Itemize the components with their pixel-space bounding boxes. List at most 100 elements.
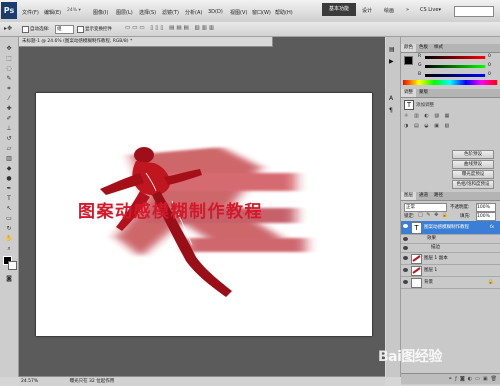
- eyedropper-tool-icon[interactable]: ⁄: [3, 95, 15, 103]
- headline-text: 图案动感模糊制作教程: [78, 202, 263, 222]
- menu-image[interactable]: 图像(I): [93, 9, 108, 16]
- mask-icon[interactable]: ◙: [460, 376, 468, 382]
- workspace-essentials-button[interactable]: 基本功能: [322, 3, 356, 16]
- document-tab[interactable]: 未标题-1 @ 24.6% (图案动感模糊制作教程, RGB/8) *: [19, 37, 273, 47]
- align-buttons-icon[interactable]: ▭▭▭ ▯▯▯ ▤▤▤ ▥▥▥: [125, 25, 216, 31]
- auto-select-dropdown[interactable]: 组: [55, 25, 74, 34]
- crop-tool-icon[interactable]: ⌗: [3, 85, 15, 93]
- tab-color[interactable]: 颜色: [401, 44, 416, 52]
- group-icon[interactable]: ▭: [475, 376, 483, 382]
- actions-panel-icon[interactable]: ▶: [389, 58, 394, 65]
- trash-icon[interactable]: 🗑: [491, 376, 500, 382]
- green-value[interactable]: 0: [488, 63, 491, 68]
- layer-row-text[interactable]: T 图案动感模糊制作教程 fx: [401, 221, 500, 235]
- layer-fx-icon[interactable]: fx: [490, 221, 494, 234]
- visibility-eye-icon[interactable]: [403, 246, 408, 250]
- workspace-more-button[interactable]: »: [406, 7, 409, 13]
- eraser-tool-icon[interactable]: ▱: [3, 145, 15, 153]
- color-panel-foreground-swatch[interactable]: [404, 56, 413, 65]
- menu-view[interactable]: 视图(V): [230, 9, 247, 16]
- visibility-eye-icon[interactable]: [403, 280, 408, 284]
- hue-saturation-preset-button[interactable]: 色相/饱和度预设: [452, 180, 494, 189]
- brush-tool-icon[interactable]: ✐: [3, 115, 15, 123]
- character-panel-icon[interactable]: A: [389, 95, 393, 102]
- curves-preset-button[interactable]: 曲线预设: [452, 160, 494, 169]
- fill-input[interactable]: 100%: [476, 212, 496, 221]
- move-tool-icon[interactable]: ▸✥: [4, 25, 12, 32]
- green-slider[interactable]: [425, 65, 485, 68]
- tab-adjustments[interactable]: 调整: [401, 89, 416, 97]
- exposure-preset-button[interactable]: 曝光度预设: [452, 170, 494, 179]
- tab-styles[interactable]: 样式: [431, 44, 446, 52]
- history-panel-icon[interactable]: ▤: [389, 46, 395, 53]
- zoom-readout[interactable]: 24.57%: [19, 379, 38, 384]
- tab-masks[interactable]: 蒙版: [416, 89, 431, 97]
- move-tool-icon[interactable]: ✥: [3, 45, 15, 53]
- layer-stroke-effect-row[interactable]: 描边: [401, 244, 500, 253]
- gradient-tool-icon[interactable]: ▥: [3, 155, 15, 163]
- menu-analysis[interactable]: 分析(A): [185, 9, 202, 16]
- cs-live-button[interactable]: CS Live▾: [420, 7, 441, 13]
- blur-tool-icon[interactable]: ◆: [3, 165, 15, 173]
- tab-layers[interactable]: 图层: [401, 192, 416, 200]
- opacity-input[interactable]: 100%: [476, 203, 496, 212]
- zoom-selector[interactable]: 24% ▾: [67, 8, 89, 15]
- canvas[interactable]: 图案动感模糊制作教程: [36, 93, 372, 336]
- layer-row-copy[interactable]: 图层 1 副本: [401, 253, 500, 265]
- visibility-eye-icon[interactable]: [403, 224, 408, 228]
- clone-stamp-tool-icon[interactable]: ⊥: [3, 125, 15, 133]
- workspace-design-button[interactable]: 设计: [362, 7, 372, 14]
- adjustment-icons-row-2[interactable]: ◑ ▤ ◒ ▣ ▧: [404, 123, 451, 129]
- panel-icon-strip: [386, 37, 401, 377]
- dodge-tool-icon[interactable]: ●: [3, 175, 15, 183]
- menu-edit[interactable]: 编辑(E): [44, 9, 61, 16]
- menu-select[interactable]: 选择(S): [139, 9, 156, 16]
- visibility-eye-icon[interactable]: [403, 256, 408, 260]
- adjustments-panel-tabs: 调整 蒙版: [401, 89, 500, 98]
- tab-channels[interactable]: 通道: [416, 192, 431, 200]
- color-spectrum-ramp[interactable]: [403, 80, 497, 85]
- menu-filter[interactable]: 滤镜(T): [162, 9, 179, 16]
- visibility-eye-icon[interactable]: [403, 268, 408, 272]
- hand-tool-icon[interactable]: ✋: [3, 235, 15, 243]
- workspace-painting-button[interactable]: 绘画: [384, 7, 394, 14]
- menu-file[interactable]: 文件(F): [22, 9, 39, 16]
- layer-name: 图案动感模糊制作教程: [424, 225, 469, 230]
- path-select-tool-icon[interactable]: ↖: [3, 205, 15, 213]
- pen-tool-icon[interactable]: ✒: [3, 185, 15, 193]
- levels-preset-button[interactable]: 色阶预设: [452, 150, 494, 159]
- history-brush-tool-icon[interactable]: ↺: [3, 135, 15, 143]
- menu-help[interactable]: 帮助(H): [275, 9, 293, 16]
- 3d-rotate-tool-icon[interactable]: ↻: [3, 225, 15, 233]
- show-transform-checkbox[interactable]: [77, 26, 84, 33]
- search-field[interactable]: [454, 6, 494, 17]
- zoom-tool-icon[interactable]: ⌕: [3, 245, 15, 253]
- tab-swatches[interactable]: 色板: [416, 44, 431, 52]
- lasso-tool-icon[interactable]: ◌: [3, 65, 15, 73]
- layer-effects-row[interactable]: 效果: [401, 235, 500, 244]
- blue-value[interactable]: 0: [488, 72, 491, 77]
- shape-tool-icon[interactable]: ▭: [3, 215, 15, 223]
- auto-select-checkbox[interactable]: [22, 26, 29, 33]
- visibility-eye-icon[interactable]: [403, 237, 408, 241]
- menu-window[interactable]: 窗口(W): [252, 9, 271, 16]
- marquee-tool-icon[interactable]: ⬚: [3, 55, 15, 63]
- adjustment-icons-row-1[interactable]: ☼ ▥ ◐ ▨ ▦: [404, 113, 451, 119]
- menu-layer[interactable]: 图层(L): [116, 9, 133, 16]
- red-value[interactable]: 0: [488, 54, 491, 59]
- background-color-swatch[interactable]: [8, 261, 17, 270]
- quick-mask-icon[interactable]: ◙: [3, 275, 15, 283]
- menu-3d[interactable]: 3D(D): [208, 9, 223, 15]
- lock-icons[interactable]: □ ✎ ✥ 🔒: [418, 212, 449, 218]
- tab-paths[interactable]: 路径: [431, 192, 446, 200]
- blue-slider[interactable]: [425, 74, 485, 77]
- type-tool-icon[interactable]: T: [3, 195, 15, 203]
- quick-select-tool-icon[interactable]: ✎: [3, 75, 15, 83]
- new-layer-icon[interactable]: ▣: [483, 376, 491, 382]
- red-slider[interactable]: [425, 56, 485, 59]
- layer-row-1[interactable]: 图层 1: [401, 265, 500, 277]
- paragraph-panel-icon[interactable]: ¶: [389, 107, 393, 114]
- layer-row-background[interactable]: 背景 🔒: [401, 277, 500, 289]
- healing-brush-tool-icon[interactable]: ✚: [3, 105, 15, 113]
- blend-mode-dropdown[interactable]: 正常: [404, 203, 447, 212]
